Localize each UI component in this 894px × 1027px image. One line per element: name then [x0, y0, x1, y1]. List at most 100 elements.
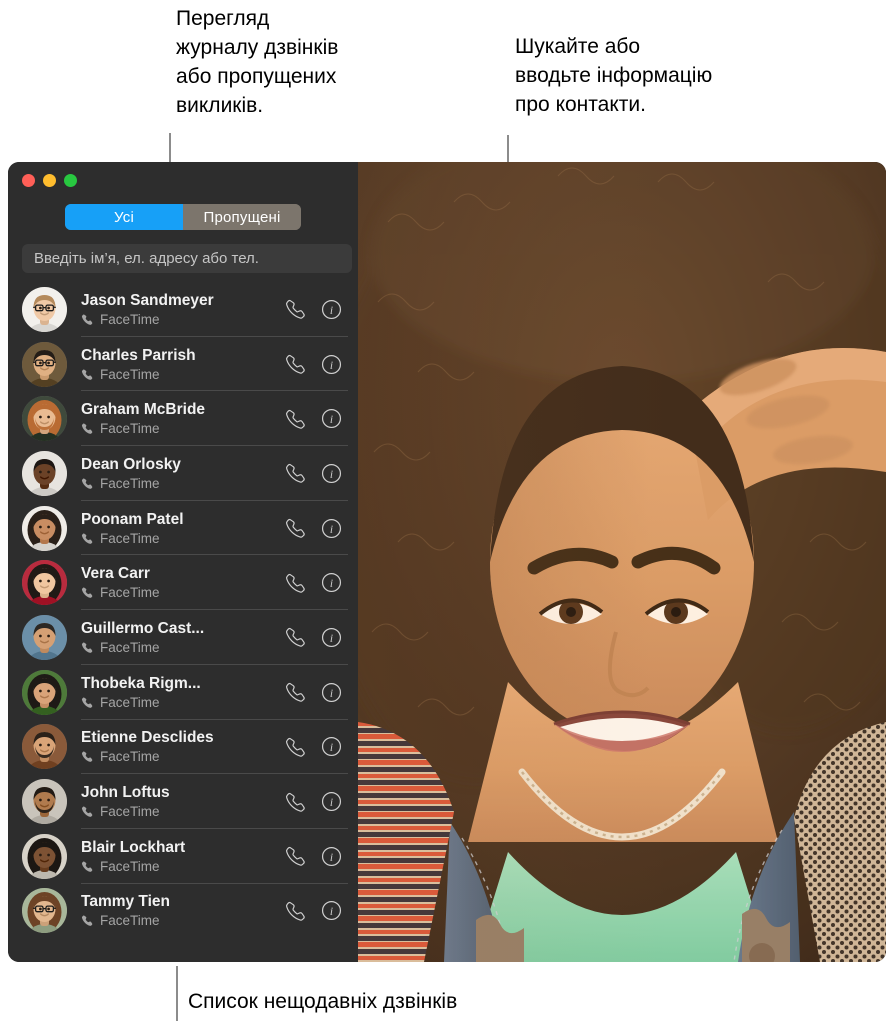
contact-name: Guillermo Cast... [81, 619, 205, 637]
info-circle-icon[interactable]: i [321, 299, 342, 320]
contact-name: Charles Parrish [81, 346, 196, 364]
avatar [22, 560, 67, 606]
call-item-actions: i [285, 353, 358, 375]
info-circle-icon[interactable]: i [321, 354, 342, 375]
call-item-text: John Loftus FaceTime [81, 784, 285, 819]
contact-name: Poonam Patel [81, 510, 184, 528]
phone-handset-icon [81, 641, 94, 654]
phone-handset-icon[interactable] [285, 572, 307, 594]
phone-handset-icon [81, 914, 94, 927]
phone-handset-icon [81, 532, 94, 545]
call-item-actions: i [285, 845, 358, 867]
call-item-actions: i [285, 462, 358, 484]
call-list-item[interactable]: Dean Orlosky FaceTime i [8, 446, 358, 501]
sidebar: Усі Пропущені Введіть ім’я, ел. адресу а… [8, 162, 358, 962]
minimize-button[interactable] [43, 174, 56, 187]
call-list-item[interactable]: Etienne Desclides FaceTime i [8, 720, 358, 775]
call-item-actions: i [285, 517, 358, 539]
svg-text:i: i [330, 523, 333, 535]
call-list-item[interactable]: Vera Carr FaceTime i [8, 555, 358, 611]
phone-handset-icon[interactable] [285, 298, 307, 320]
call-list-item[interactable]: Thobeka Rigm... FaceTime i [8, 665, 358, 720]
phone-handset-icon[interactable] [285, 736, 307, 758]
call-item-text: Thobeka Rigm... FaceTime [81, 675, 285, 710]
phone-handset-icon[interactable] [285, 353, 307, 375]
phone-handset-icon [81, 805, 94, 818]
svg-text:i: i [330, 469, 333, 481]
call-item-text: Jason Sandmeyer FaceTime [81, 292, 285, 327]
service-label: FaceTime [100, 858, 160, 874]
info-circle-icon[interactable]: i [321, 572, 342, 593]
call-list-item[interactable]: Charles Parrish FaceTime i [8, 337, 358, 392]
call-list-item[interactable]: Poonam Patel FaceTime i [8, 501, 358, 556]
leader-line-bottom-stem [176, 966, 178, 1021]
phone-handset-icon[interactable] [285, 517, 307, 539]
svg-text:i: i [330, 852, 333, 864]
info-circle-icon[interactable]: i [321, 682, 342, 703]
call-service: FaceTime [81, 913, 285, 928]
maximize-button[interactable] [64, 174, 77, 187]
svg-text:i: i [330, 414, 333, 426]
call-list-item[interactable]: Graham McBride FaceTime i [8, 391, 358, 447]
call-list-item[interactable]: Tammy Tien FaceTime i [8, 884, 358, 939]
call-item-actions: i [285, 626, 358, 648]
service-label: FaceTime [100, 585, 160, 601]
call-filter-segmented-control[interactable]: Усі Пропущені [65, 204, 301, 230]
phone-handset-icon[interactable] [285, 462, 307, 484]
close-button[interactable] [22, 174, 35, 187]
phone-handset-icon[interactable] [285, 900, 307, 922]
call-service: FaceTime [81, 531, 285, 546]
call-item-text: Blair Lockhart FaceTime [81, 839, 285, 874]
contact-name: Jason Sandmeyer [81, 291, 214, 309]
phone-handset-icon [81, 750, 94, 763]
window-controls [8, 162, 358, 196]
callout-text-recent-calls: Список нещодавніх дзвінків [188, 990, 458, 1013]
phone-handset-icon[interactable] [285, 626, 307, 648]
avatar [22, 341, 67, 387]
contact-name: Thobeka Rigm... [81, 674, 201, 692]
call-service: FaceTime [81, 804, 285, 819]
contact-name: Etienne Desclides [81, 729, 214, 747]
phone-handset-icon [81, 422, 94, 435]
phone-handset-icon[interactable] [285, 791, 307, 813]
info-circle-icon[interactable]: i [321, 791, 342, 812]
call-item-text: Poonam Patel FaceTime [81, 511, 285, 546]
avatar [22, 779, 67, 825]
phone-handset-icon [81, 477, 94, 490]
info-circle-icon[interactable]: i [321, 846, 342, 867]
call-service: FaceTime [81, 695, 285, 710]
call-list-item[interactable]: Jason Sandmeyer FaceTime i [8, 282, 358, 337]
avatar [22, 450, 67, 496]
tab-all[interactable]: Усі [65, 204, 183, 230]
phone-handset-icon[interactable] [285, 845, 307, 867]
avatar [22, 669, 67, 715]
info-circle-icon[interactable]: i [321, 627, 342, 648]
call-item-text: Graham McBride FaceTime [81, 401, 285, 436]
call-item-text: Charles Parrish FaceTime [81, 347, 285, 382]
call-service: FaceTime [81, 640, 285, 655]
phone-handset-icon [81, 586, 94, 599]
recent-calls-list[interactable]: Jason Sandmeyer FaceTime i Charles Parrish F… [8, 282, 358, 962]
call-list-item[interactable]: Guillermo Cast... FaceTime i [8, 610, 358, 665]
avatar [22, 614, 67, 660]
call-service: FaceTime [81, 749, 285, 764]
call-list-item[interactable]: Blair Lockhart FaceTime i [8, 829, 358, 884]
phone-handset-icon[interactable] [285, 408, 307, 430]
avatar [22, 724, 67, 770]
phone-handset-icon [81, 860, 94, 873]
info-circle-icon[interactable]: i [321, 900, 342, 921]
info-circle-icon[interactable]: i [321, 408, 342, 429]
service-label: FaceTime [100, 475, 160, 491]
info-circle-icon[interactable]: i [321, 463, 342, 484]
call-list-item[interactable]: John Loftus FaceTime i [8, 774, 358, 829]
svg-text:i: i [330, 797, 333, 809]
call-service: FaceTime [81, 859, 285, 874]
tab-missed[interactable]: Пропущені [183, 204, 301, 230]
info-circle-icon[interactable]: i [321, 518, 342, 539]
phone-handset-icon[interactable] [285, 681, 307, 703]
svg-text:i: i [330, 633, 333, 645]
search-input[interactable]: Введіть ім’я, ел. адресу або тел. [22, 244, 352, 273]
info-circle-icon[interactable]: i [321, 736, 342, 757]
facetime-window: Усі Пропущені Введіть ім’я, ел. адресу а… [8, 162, 886, 962]
call-item-text: Tammy Tien FaceTime [81, 893, 285, 928]
